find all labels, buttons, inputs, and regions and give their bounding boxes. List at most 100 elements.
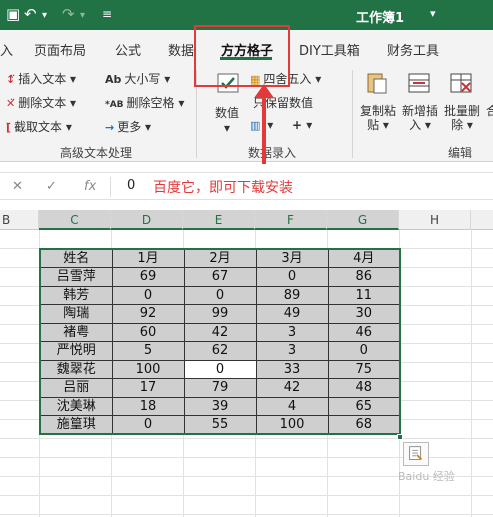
table-cell[interactable]: 0 <box>183 285 257 305</box>
annotation-box <box>194 25 290 87</box>
table-cell[interactable]: 86 <box>327 267 401 287</box>
table-cell[interactable]: 42 <box>255 378 329 398</box>
quick-analysis-icon[interactable] <box>403 442 429 466</box>
table-cell[interactable]: 99 <box>183 304 257 324</box>
batch-delete-button[interactable]: 批量删除 ▾ <box>444 104 480 132</box>
more-button[interactable]: → 更多 ▾ <box>105 118 151 135</box>
cell-format-icon: ▥ <box>250 119 261 132</box>
cancel-icon[interactable]: ✕ <box>12 179 23 194</box>
column-header-g[interactable]: G <box>327 210 399 230</box>
table-row: 严悦明 5 62 3 0 <box>39 341 401 361</box>
tab-formulas[interactable]: 公式 <box>115 40 141 59</box>
column-header-d[interactable]: D <box>111 210 183 230</box>
redo-dropdown-icon[interactable]: ▾ <box>80 10 85 21</box>
table-cell[interactable]: 陶瑞 <box>39 304 113 324</box>
table-cell[interactable]: 33 <box>255 359 329 379</box>
table-cell[interactable]: 60 <box>111 322 185 342</box>
tab-page-layout[interactable]: 页面布局 <box>34 40 86 59</box>
column-header-f[interactable]: F <box>255 210 327 230</box>
tab-finance-tools[interactable]: 财务工具 <box>387 40 439 59</box>
confirm-icon[interactable]: ✓ <box>46 179 57 194</box>
table-cell[interactable]: 5 <box>111 341 185 361</box>
number-button[interactable]: 数值 ▾ <box>215 104 239 135</box>
fill-handle[interactable] <box>397 434 403 440</box>
table-cell[interactable]: 褚粤 <box>39 322 113 342</box>
table-cell[interactable]: 67 <box>183 267 257 287</box>
table-row: 沈美琳 18 39 4 65 <box>39 396 401 416</box>
table-cell[interactable]: 0 <box>255 267 329 287</box>
table-cell[interactable]: 62 <box>183 341 257 361</box>
table-cell[interactable]: 68 <box>327 415 401 435</box>
redo-icon[interactable]: ↷ <box>62 5 75 23</box>
add-insert-button[interactable]: 新增插入 ▾ <box>402 104 438 132</box>
table-cell[interactable]: 严悦明 <box>39 341 113 361</box>
table-cell[interactable]: 0 <box>111 415 185 435</box>
batch-delete-icon <box>450 73 472 93</box>
table-cell[interactable]: 施篁琪 <box>39 415 113 435</box>
table-cell[interactable]: 吕雪萍 <box>39 267 113 287</box>
table-cell[interactable]: 65 <box>327 396 401 416</box>
tab-diy-toolbox[interactable]: DIY工具箱 <box>299 40 360 59</box>
column-header-b[interactable]: B <box>0 210 39 230</box>
header-cell[interactable]: 4月 <box>327 248 401 268</box>
header-cell[interactable]: 3月 <box>255 248 329 268</box>
table-cell[interactable]: 0 <box>111 285 185 305</box>
table-cell[interactable]: 100 <box>255 415 329 435</box>
table-cell[interactable]: 沈美琳 <box>39 396 113 416</box>
delete-text-button[interactable]: ✕̈ 删除文本 ▾ <box>6 94 76 111</box>
customize-toolbar-icon[interactable]: ≡ <box>102 7 112 21</box>
case-icon: Ab <box>105 73 122 86</box>
merge-button[interactable]: 合 <box>486 104 493 118</box>
table-cell[interactable]: 18 <box>111 396 185 416</box>
table-cell[interactable]: 4 <box>255 396 329 416</box>
table-cell[interactable]: 46 <box>327 322 401 342</box>
table-cell[interactable]: 3 <box>255 341 329 361</box>
table-cell[interactable]: 48 <box>327 378 401 398</box>
case-button[interactable]: Ab 大小写 ▾ <box>105 70 170 87</box>
formula-input[interactable]: 0 <box>127 178 135 193</box>
title-caret-icon[interactable]: ▾ <box>430 7 436 20</box>
insert-text-button[interactable]: ↕̈ 插入文本 ▾ <box>6 70 76 87</box>
cut-text-button[interactable]: [̈ 截取文本 ▾ <box>6 118 72 135</box>
header-cell[interactable]: 1月 <box>111 248 185 268</box>
table-cell[interactable]: 42 <box>183 322 257 342</box>
delete-space-button[interactable]: *AB 删除空格 ▾ <box>105 94 184 111</box>
table-cell[interactable]: 30 <box>327 304 401 324</box>
table-cell[interactable]: 39 <box>183 396 257 416</box>
table-cell[interactable]: 3 <box>255 322 329 342</box>
save-icon[interactable]: ▣ <box>6 5 20 23</box>
add-button[interactable]: + ▾ <box>292 118 312 132</box>
undo-dropdown-icon[interactable]: ▾ <box>42 10 47 21</box>
insert-function-icon[interactable]: fx <box>84 179 96 194</box>
header-cell[interactable]: 姓名 <box>39 248 113 268</box>
column-header-e[interactable]: E <box>183 210 255 230</box>
tab-insert[interactable]: 入 <box>0 40 13 59</box>
table-cell[interactable]: 79 <box>183 378 257 398</box>
table-cell[interactable]: 韩芳 <box>39 285 113 305</box>
table-row: 吕丽 17 79 42 48 <box>39 378 401 398</box>
active-cell[interactable]: 0 <box>183 359 257 379</box>
table-cell[interactable]: 92 <box>111 304 185 324</box>
copy-paste-button[interactable]: 复制粘贴 ▾ <box>360 104 396 132</box>
undo-icon[interactable]: ↶ <box>24 5 37 23</box>
column-header-h[interactable]: H <box>399 210 471 230</box>
table-cell[interactable]: 吕丽 <box>39 378 113 398</box>
data-table: 姓名 1月 2月 3月 4月 吕雪萍 69 67 0 86 韩芳 0 0 89 … <box>39 248 401 435</box>
table-cell[interactable]: 17 <box>111 378 185 398</box>
table-header-row: 姓名 1月 2月 3月 4月 <box>39 248 401 268</box>
insert-text-icon: ↕̈ <box>6 73 16 86</box>
table-cell[interactable]: 魏翠花 <box>39 359 113 379</box>
table-row: 褚粤 60 42 3 46 <box>39 322 401 342</box>
table-cell[interactable]: 55 <box>183 415 257 435</box>
table-cell[interactable]: 49 <box>255 304 329 324</box>
column-header-c[interactable]: C <box>39 210 111 230</box>
tab-data[interactable]: 数据 <box>168 40 194 59</box>
table-row: 韩芳 0 0 89 11 <box>39 285 401 305</box>
table-cell[interactable]: 0 <box>327 341 401 361</box>
table-cell[interactable]: 69 <box>111 267 185 287</box>
header-cell[interactable]: 2月 <box>183 248 257 268</box>
table-cell[interactable]: 89 <box>255 285 329 305</box>
table-cell[interactable]: 75 <box>327 359 401 379</box>
table-cell[interactable]: 100 <box>111 359 185 379</box>
table-cell[interactable]: 11 <box>327 285 401 305</box>
